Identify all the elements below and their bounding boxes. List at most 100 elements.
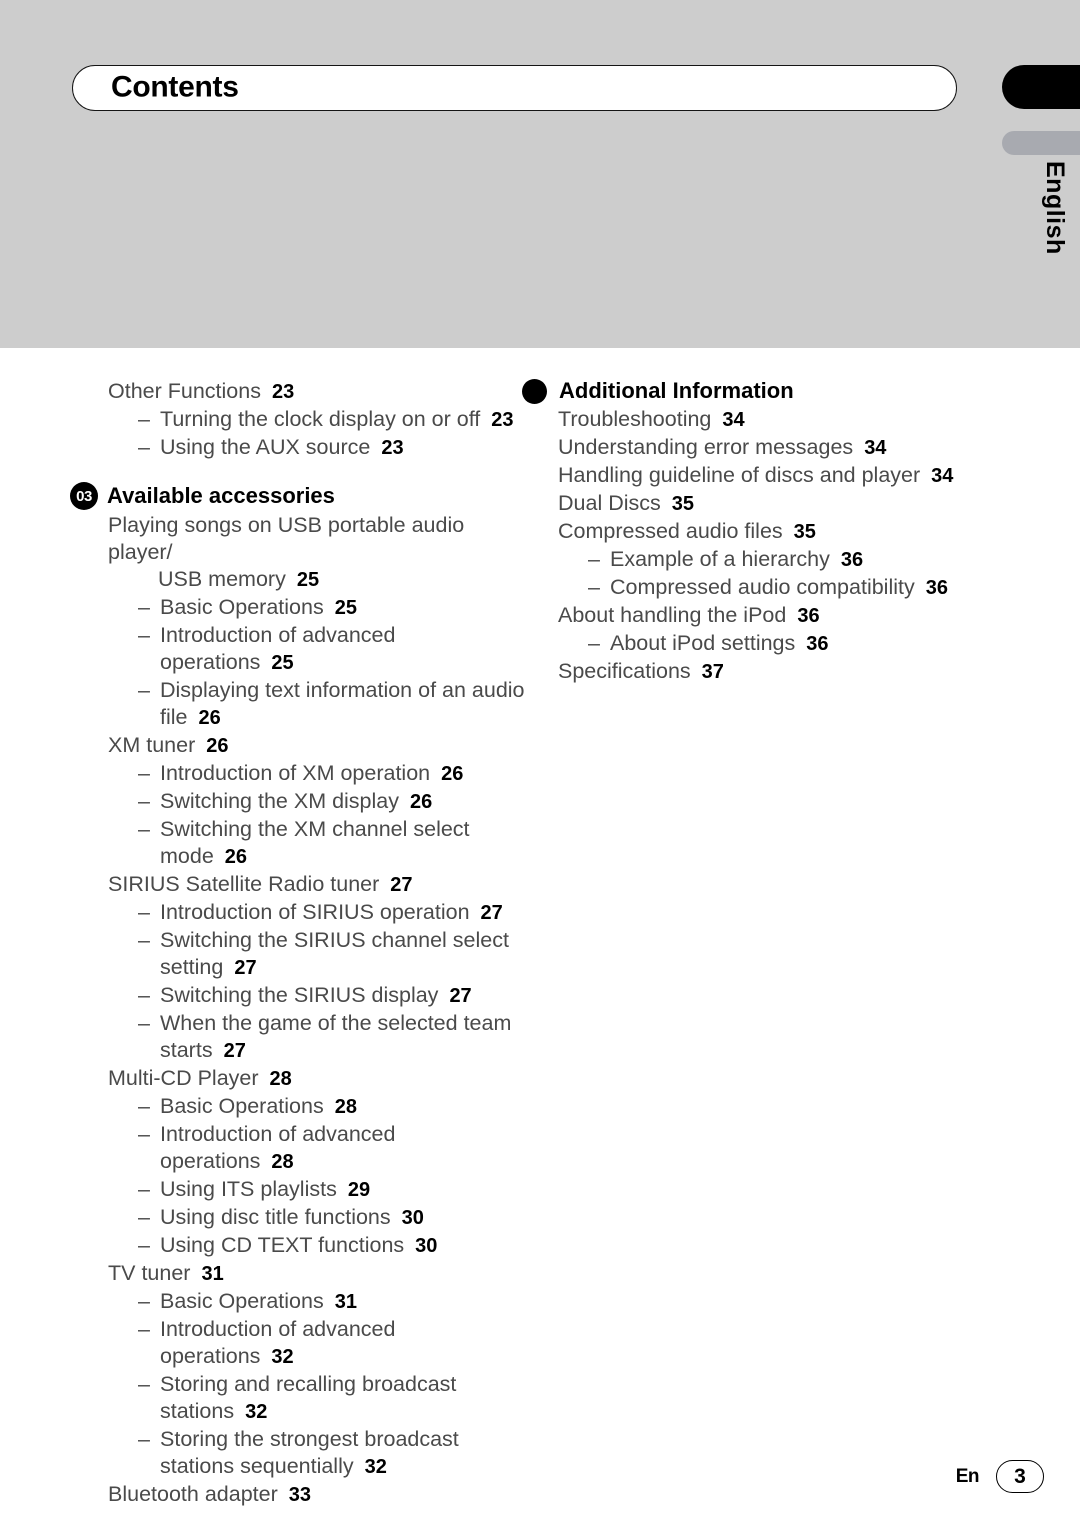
toc-entry-page-number: 25 [334, 597, 357, 619]
toc-entry-label: Dual Discs [558, 491, 661, 515]
toc-entry[interactable]: Troubleshooting 34 [558, 406, 1028, 434]
toc-entry-dash: – [138, 1177, 150, 1201]
toc-entry-label: starts [160, 1038, 213, 1062]
toc-entry-label: SIRIUS Satellite Radio tuner [108, 872, 380, 896]
toc-entry-label: Introduction of advanced [160, 1317, 396, 1341]
toc-entry-dash: – [138, 983, 150, 1007]
toc-entry[interactable]: – Basic Operations 31 [108, 1288, 528, 1316]
toc-entry[interactable]: – Switching the SIRIUS channel select [108, 927, 528, 954]
toc-entry-label: Troubleshooting [558, 407, 712, 431]
toc-entry-dash: – [588, 631, 600, 655]
toc-entry-label: XM tuner [108, 733, 196, 757]
toc-entry[interactable]: – Storing and recalling broadcast [108, 1371, 528, 1398]
toc-entry-page-number: 36 [806, 633, 829, 655]
toc-entry-label: operations [160, 1344, 261, 1368]
language-tab-gray-marker [1002, 131, 1080, 155]
toc-entry-label: Using ITS playlists [160, 1177, 337, 1201]
toc-entry[interactable]: – About iPod settings 36 [558, 630, 1028, 658]
toc-entry[interactable]: Specifications 37 [558, 658, 1028, 686]
toc-section-title: Available accessories [107, 483, 335, 508]
toc-entry[interactable]: About handling the iPod 36 [558, 602, 1028, 630]
toc-entry-page-number: 27 [449, 985, 472, 1007]
toc-entry-label: Basic Operations [160, 595, 324, 619]
toc-entry[interactable]: USB memory 25 [108, 566, 528, 594]
toc-entry-page-number: 26 [198, 707, 221, 729]
toc-entry[interactable]: – Introduction of advanced [108, 1316, 528, 1343]
toc-entry[interactable]: starts 27 [108, 1037, 528, 1065]
toc-entry[interactable]: – Introduction of SIRIUS operation 27 [108, 899, 528, 927]
toc-entry[interactable]: XM tuner 26 [108, 732, 528, 760]
toc-entry-page-number: 26 [206, 735, 229, 757]
toc-entry[interactable]: – Introduction of advanced [108, 622, 528, 649]
toc-entry[interactable]: – Example of a hierarchy 36 [558, 546, 1028, 574]
toc-entry[interactable]: stations sequentially 32 [108, 1453, 528, 1481]
toc-entry[interactable]: – Using ITS playlists 29 [108, 1176, 528, 1204]
toc-section-heading[interactable]: Additional Information [520, 378, 1028, 404]
header-gray-band [0, 0, 1080, 348]
toc-entry[interactable]: operations 28 [108, 1148, 528, 1176]
toc-section-title: Additional Information [559, 378, 794, 403]
toc-entry[interactable]: – Introduction of XM operation 26 [108, 760, 528, 788]
toc-entry-label: USB memory [158, 567, 286, 591]
toc-entry-label: stations [160, 1399, 235, 1423]
toc-entry[interactable]: – Turning the clock display on or off 23 [108, 406, 528, 434]
toc-entry[interactable]: Multi-CD Player 28 [108, 1065, 528, 1093]
toc-entry[interactable]: – Displaying text information of an audio [108, 677, 528, 704]
toc-entry[interactable]: – Using the AUX source 23 [108, 434, 528, 462]
toc-entry[interactable]: file 26 [108, 704, 528, 732]
toc-entry-page-number: 27 [223, 1040, 246, 1062]
toc-entry-page-number: 34 [722, 409, 745, 431]
toc-entry-label: Introduction of XM operation [160, 761, 431, 785]
toc-entry[interactable]: operations 25 [108, 649, 528, 677]
toc-entry[interactable]: Other Functions 23 [108, 378, 528, 406]
toc-entry[interactable]: – Basic Operations 28 [108, 1093, 528, 1121]
toc-entry[interactable]: – Compressed audio compatibility 36 [558, 574, 1028, 602]
toc-entry-page-number: 36 [925, 577, 948, 599]
toc-entry-label: Using CD TEXT functions [160, 1233, 405, 1257]
toc-entry-label: Other Functions [108, 379, 261, 403]
toc-entry[interactable]: – Switching the SIRIUS display 27 [108, 982, 528, 1010]
toc-entry[interactable]: – Basic Operations 25 [108, 594, 528, 622]
page-title: Contents [111, 70, 239, 104]
chapter-number-badge: 03 [70, 482, 98, 510]
toc-entry[interactable]: operations 32 [108, 1343, 528, 1371]
toc-entry-label: Switching the SIRIUS display [160, 983, 439, 1007]
toc-entry[interactable]: Playing songs on USB portable audio play… [108, 512, 528, 566]
toc-entry[interactable]: Understanding error messages 34 [558, 434, 1028, 462]
toc-entry[interactable]: Compressed audio files 35 [558, 518, 1028, 546]
toc-entry-label: Switching the XM channel select [160, 817, 470, 841]
toc-entry[interactable]: – Storing the strongest broadcast [108, 1426, 528, 1453]
toc-entry-label: Basic Operations [160, 1094, 324, 1118]
toc-entry-label: stations sequentially [160, 1454, 354, 1478]
toc-entry-dash: – [138, 1233, 150, 1257]
language-tab-label: English [1041, 161, 1069, 255]
bullet-dot-icon [522, 378, 547, 404]
toc-entry[interactable]: SIRIUS Satellite Radio tuner 27 [108, 871, 528, 899]
toc-entry-dash: – [138, 407, 150, 431]
toc-entry-page-number: 25 [296, 569, 320, 591]
toc-entry[interactable]: – Using CD TEXT functions 30 [108, 1232, 528, 1260]
toc-entry[interactable]: Handling guideline of discs and player 34 [558, 462, 1028, 490]
toc-section-heading[interactable]: 03 Available accessories [70, 482, 528, 510]
toc-entry-page-number: 28 [269, 1068, 292, 1090]
toc-entry-label: Playing songs on USB portable audio play… [108, 513, 471, 564]
toc-entry-page-number: 28 [271, 1151, 294, 1173]
toc-entry[interactable]: TV tuner 31 [108, 1260, 528, 1288]
toc-entry-label: Compressed audio compatibility [610, 575, 915, 599]
toc-entry-label: TV tuner [108, 1261, 191, 1285]
toc-entry[interactable]: – Introduction of advanced [108, 1121, 528, 1148]
toc-entry[interactable]: – Using disc title functions 30 [108, 1204, 528, 1232]
toc-entry-label: Multi-CD Player [108, 1066, 259, 1090]
toc-entry-dash: – [138, 928, 150, 952]
toc-entry[interactable]: – Switching the XM display 26 [108, 788, 528, 816]
toc-entry[interactable]: setting 27 [108, 954, 528, 982]
toc-entry[interactable]: Bluetooth adapter 33 [108, 1481, 528, 1509]
toc-entry[interactable]: Dual Discs 35 [558, 490, 1028, 518]
toc-entry[interactable]: stations 32 [108, 1398, 528, 1426]
toc-entry-label: Introduction of SIRIUS operation [160, 900, 470, 924]
toc-entry-dash: – [138, 1427, 150, 1451]
toc-entry[interactable]: mode 26 [108, 843, 528, 871]
toc-entry[interactable]: – When the game of the selected team [108, 1010, 528, 1037]
toc-entry-dash: – [138, 1289, 150, 1313]
toc-entry[interactable]: – Switching the XM channel select [108, 816, 528, 843]
